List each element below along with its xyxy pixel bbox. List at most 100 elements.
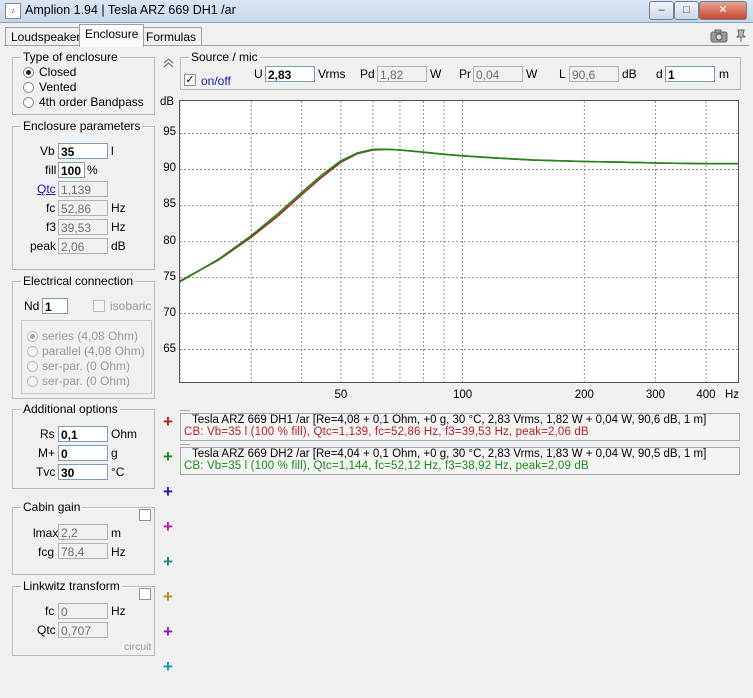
u-label: U: [254, 67, 263, 81]
y-tick-label-6: 95: [163, 126, 176, 139]
legend-entry-2[interactable]: Tesla ARZ 669 DH2 /ar [Re=4,04 + 0,1 Ohm…: [180, 447, 740, 475]
y-tick-label-3: 80: [163, 234, 176, 247]
peak-field: 2,06: [58, 238, 108, 254]
d-unit: m: [719, 67, 729, 81]
lt-qtc-label: Qtc: [37, 623, 56, 637]
tvc-field[interactable]: 30: [58, 464, 108, 480]
fcg-unit: Hz: [111, 545, 126, 559]
m-field[interactable]: 0: [58, 445, 108, 461]
legend-entry-1[interactable]: Tesla ARZ 669 DH1 /ar [Re=4,08 + 0,1 Ohm…: [180, 413, 740, 441]
d-field[interactable]: 1: [665, 66, 715, 82]
legend-2-tick: [180, 444, 190, 445]
radio-bandpass-label: 4th order Bandpass: [39, 95, 144, 109]
add-curve-button-8[interactable]: +: [163, 658, 173, 675]
l-field: 90,6: [569, 66, 619, 82]
radio-parallel-label: parallel (4,08 Ohm): [42, 344, 145, 358]
fill-field[interactable]: 100: [58, 162, 85, 178]
fill-label: fill: [45, 163, 57, 177]
fcg-field[interactable]: 78,4: [58, 543, 108, 559]
maximize-button[interactable]: □: [674, 1, 699, 20]
add-curve-button-3[interactable]: +: [163, 483, 173, 500]
add-curve-button-4[interactable]: +: [163, 518, 173, 535]
additional-title: Additional options: [21, 402, 120, 416]
vb-field[interactable]: 35: [58, 143, 108, 159]
pr-label: Pr: [459, 67, 471, 81]
circuit-link[interactable]: circuit: [124, 641, 151, 653]
fc-label: fc: [46, 201, 56, 215]
radio-ser-par-2[interactable]: [27, 376, 38, 387]
close-button[interactable]: ✕: [699, 1, 747, 20]
pin-icon[interactable]: [735, 29, 747, 43]
tab-formulas[interactable]: Formulas: [140, 27, 203, 46]
y-axis-unit: dB: [160, 96, 175, 108]
fc-field: 52,86: [58, 200, 108, 216]
radio-parallel[interactable]: [27, 346, 38, 357]
y-tick-label-1: 70: [163, 306, 176, 319]
enclosure-type-title: Type of enclosure: [21, 50, 120, 64]
add-curve-button-6[interactable]: +: [163, 588, 173, 605]
chart-plot-area: [180, 101, 738, 382]
onoff-label: on/off: [201, 74, 231, 88]
radio-ser-par-1[interactable]: [27, 361, 38, 372]
tab-loudspeaker[interactable]: Loudspeaker: [5, 27, 87, 46]
x-tick-label-10: 300: [645, 389, 666, 401]
lmax-unit: m: [111, 526, 121, 540]
add-curve-button-7[interactable]: +: [163, 623, 173, 640]
double-chevron-up-icon[interactable]: [163, 57, 174, 69]
radio-bandpass[interactable]: [23, 97, 34, 108]
linkwitz-checkbox[interactable]: [139, 588, 151, 600]
fill-unit: %: [87, 163, 98, 177]
radio-closed[interactable]: [23, 67, 34, 78]
cabin-checkbox[interactable]: [139, 509, 151, 521]
electrical-title: Electrical connection: [21, 274, 136, 288]
cabin-title: Cabin gain: [21, 500, 83, 514]
y-tick-label-5: 90: [163, 162, 176, 175]
fcg-label: fcg: [38, 545, 55, 559]
y-tick-label-4: 85: [163, 198, 176, 211]
qtc-field: 1,139: [58, 181, 108, 197]
d-label: d: [656, 67, 663, 81]
x-axis-unit: Hz: [725, 389, 740, 401]
isobaric-checkbox[interactable]: [93, 300, 105, 312]
linkwitz-title: Linkwitz transform: [21, 579, 122, 593]
qtc-link[interactable]: Qtc: [37, 182, 56, 196]
radio-series[interactable]: [27, 331, 38, 342]
lmax-field[interactable]: 2,2: [58, 524, 108, 540]
add-curve-button-2[interactable]: +: [163, 448, 173, 465]
y-tick-label-0: 65: [163, 342, 176, 355]
tvc-unit: °C: [111, 465, 125, 479]
radio-series-label: series (4,08 Ohm): [42, 329, 139, 343]
tab-enclosure[interactable]: Enclosure: [79, 24, 145, 47]
radio-ser-par-2-label: ser-par. (0 Ohm): [42, 374, 131, 388]
legend-1-line2: CB: Vb=35 l (100 % fill), Qtc=1,139, fc=…: [184, 426, 589, 438]
window-title: Amplion 1.94 | Tesla ARZ 669 DH1 /ar: [25, 3, 236, 17]
legend-2-line1: Tesla ARZ 669 DH2 /ar [Re=4,04 + 0,1 Ohm…: [192, 448, 707, 460]
lt-fc-field[interactable]: 0: [58, 603, 108, 619]
x-tick-label-8: 100: [452, 389, 473, 401]
onoff-checkbox[interactable]: ✓: [184, 74, 196, 86]
f3-unit: Hz: [111, 220, 126, 234]
camera-icon[interactable]: [710, 29, 728, 43]
series-line-2: [180, 148, 738, 283]
l-label: L: [559, 67, 566, 81]
lt-fc-unit: Hz: [111, 604, 126, 618]
source-title: Source / mic: [189, 50, 260, 64]
response-chart: [179, 100, 739, 383]
tvc-label: Tvc: [36, 465, 56, 479]
f3-label: f3: [46, 220, 57, 234]
u-field[interactable]: 2,83: [265, 66, 315, 82]
nd-field[interactable]: 1: [42, 298, 68, 314]
radio-vented[interactable]: [23, 82, 34, 93]
enclosure-params-title: Enclosure parameters: [21, 119, 143, 133]
legend-2-line2: CB: Vb=35 l (100 % fill), Qtc=1,144, fc=…: [184, 460, 589, 472]
peak-label: peak: [30, 239, 57, 253]
series-line-1: [180, 148, 738, 282]
add-curve-button-1[interactable]: +: [163, 413, 173, 430]
radio-closed-label: Closed: [39, 65, 77, 79]
rs-field[interactable]: 0,1: [58, 426, 108, 442]
x-tick-label-11: 400: [696, 389, 716, 401]
lt-qtc-field[interactable]: 0,707: [58, 622, 108, 638]
add-curve-button-5[interactable]: +: [163, 553, 173, 570]
legend-1-tick: [180, 410, 190, 411]
minimize-button[interactable]: –: [649, 1, 674, 20]
